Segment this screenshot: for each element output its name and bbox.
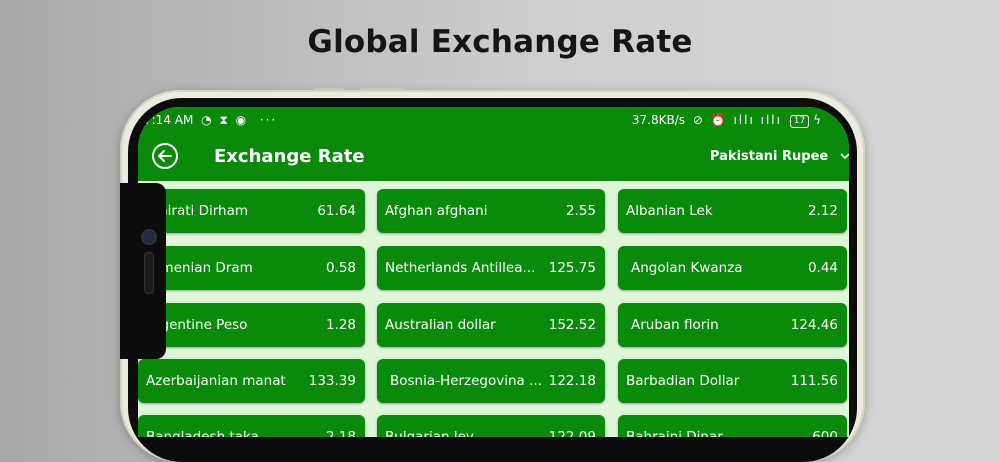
currency-name: Albanian Lek: [626, 203, 713, 219]
rate-value: 133.39: [308, 373, 356, 389]
currency-name: Bangladesh taka: [146, 429, 259, 437]
currency-name: Bahraini Dinar: [626, 429, 723, 437]
rate-card[interactable]: Bahraini Dinar 600: [618, 415, 847, 437]
currency-name: Afghan afghani: [385, 203, 488, 219]
phone-screen: 7:14 AM ◔ ⧗ ◉ ··· 37.8KB/s ⊘ ⏰ ıllı ıllı…: [138, 107, 849, 437]
rate-value: 2.55: [565, 203, 596, 219]
rate-card[interactable]: Albanian Lek 2.12: [618, 189, 847, 233]
rate-value: 111.56: [790, 373, 838, 389]
rate-card[interactable]: Angolan Kwanza 0.44: [618, 246, 847, 290]
camera-icon: [141, 229, 157, 245]
battery-icon: 17: [789, 115, 810, 128]
rate-card[interactable]: Emirati Dirham 61.64: [138, 189, 365, 233]
currency-name: Angolan Kwanza: [631, 260, 743, 276]
rate-card[interactable]: Bulgarian lev 122.09: [377, 415, 605, 437]
currency-name: Bulgarian lev: [385, 429, 474, 437]
rate-value: 2.18: [325, 429, 356, 437]
charging-icon: ϟ: [813, 113, 821, 127]
currency-dropdown[interactable]: Pakistani Rupee: [710, 149, 828, 164]
status-left: 7:14 AM ◔ ⧗ ◉ ···: [144, 113, 277, 128]
rate-value: 122.09: [548, 429, 596, 437]
speaker-icon: [144, 252, 154, 294]
currency-name: Aruban florin: [631, 317, 719, 333]
rate-value: 125.75: [548, 260, 596, 276]
rate-card[interactable]: Aruban florin 124.46: [618, 303, 847, 347]
alarm-signal-icons: ⊘ ⏰ ıllı ıllı: [692, 113, 782, 127]
rate-value: 0.58: [325, 260, 356, 276]
app-bar: Exchange Rate Pakistani Rupee: [138, 133, 849, 181]
currency-name: Australian dollar: [385, 317, 496, 333]
app-title: Exchange Rate: [214, 146, 365, 167]
currency-name: Bosnia-Herzegovina ...: [390, 373, 542, 389]
rate-value: 2.12: [807, 203, 838, 219]
rate-card[interactable]: Bangladesh taka 2.18: [138, 415, 365, 437]
status-time: 7:14 AM: [144, 113, 194, 127]
rate-value: 124.46: [790, 317, 838, 333]
rate-card[interactable]: Armenian Dram 0.58: [138, 246, 365, 290]
rate-card[interactable]: Netherlands Antillea... 125.75: [377, 246, 605, 290]
back-button[interactable]: [152, 143, 178, 169]
arrow-left-icon: [158, 150, 172, 162]
phone-notch: [120, 183, 166, 359]
rate-value: 122.18: [548, 373, 596, 389]
rate-value: 152.52: [548, 317, 596, 333]
rate-card[interactable]: Afghan afghani 2.55: [377, 189, 605, 233]
rate-value: 0.44: [807, 260, 838, 276]
rate-card[interactable]: Azerbaijanian manat 133.39: [138, 359, 365, 403]
rate-value: 61.64: [317, 203, 356, 219]
rate-card[interactable]: Australian dollar 152.52: [377, 303, 605, 347]
status-bar: 7:14 AM ◔ ⧗ ◉ ··· 37.8KB/s ⊘ ⏰ ıllı ıllı…: [138, 107, 849, 133]
page-headline: Global Exchange Rate: [307, 24, 693, 60]
rate-value: 600: [812, 429, 838, 437]
currency-name: Azerbaijanian manat: [146, 373, 286, 389]
rate-value: 1.28: [325, 317, 356, 333]
chevron-down-icon[interactable]: [840, 153, 849, 160]
rate-card[interactable]: Argentine Peso 1.28: [138, 303, 365, 347]
currency-name: Netherlands Antillea...: [385, 260, 536, 276]
rate-card[interactable]: Bosnia-Herzegovina ... 122.18: [377, 359, 605, 403]
currency-name: Barbadian Dollar: [626, 373, 740, 389]
status-right: 37.8KB/s ⊘ ⏰ ıllı ıllı 17 ϟ: [632, 113, 821, 128]
rate-card[interactable]: Barbadian Dollar 111.56: [618, 359, 847, 403]
network-speed: 37.8KB/s: [631, 113, 686, 127]
notification-icons: ◔ ⧗ ◉ ···: [201, 113, 278, 127]
